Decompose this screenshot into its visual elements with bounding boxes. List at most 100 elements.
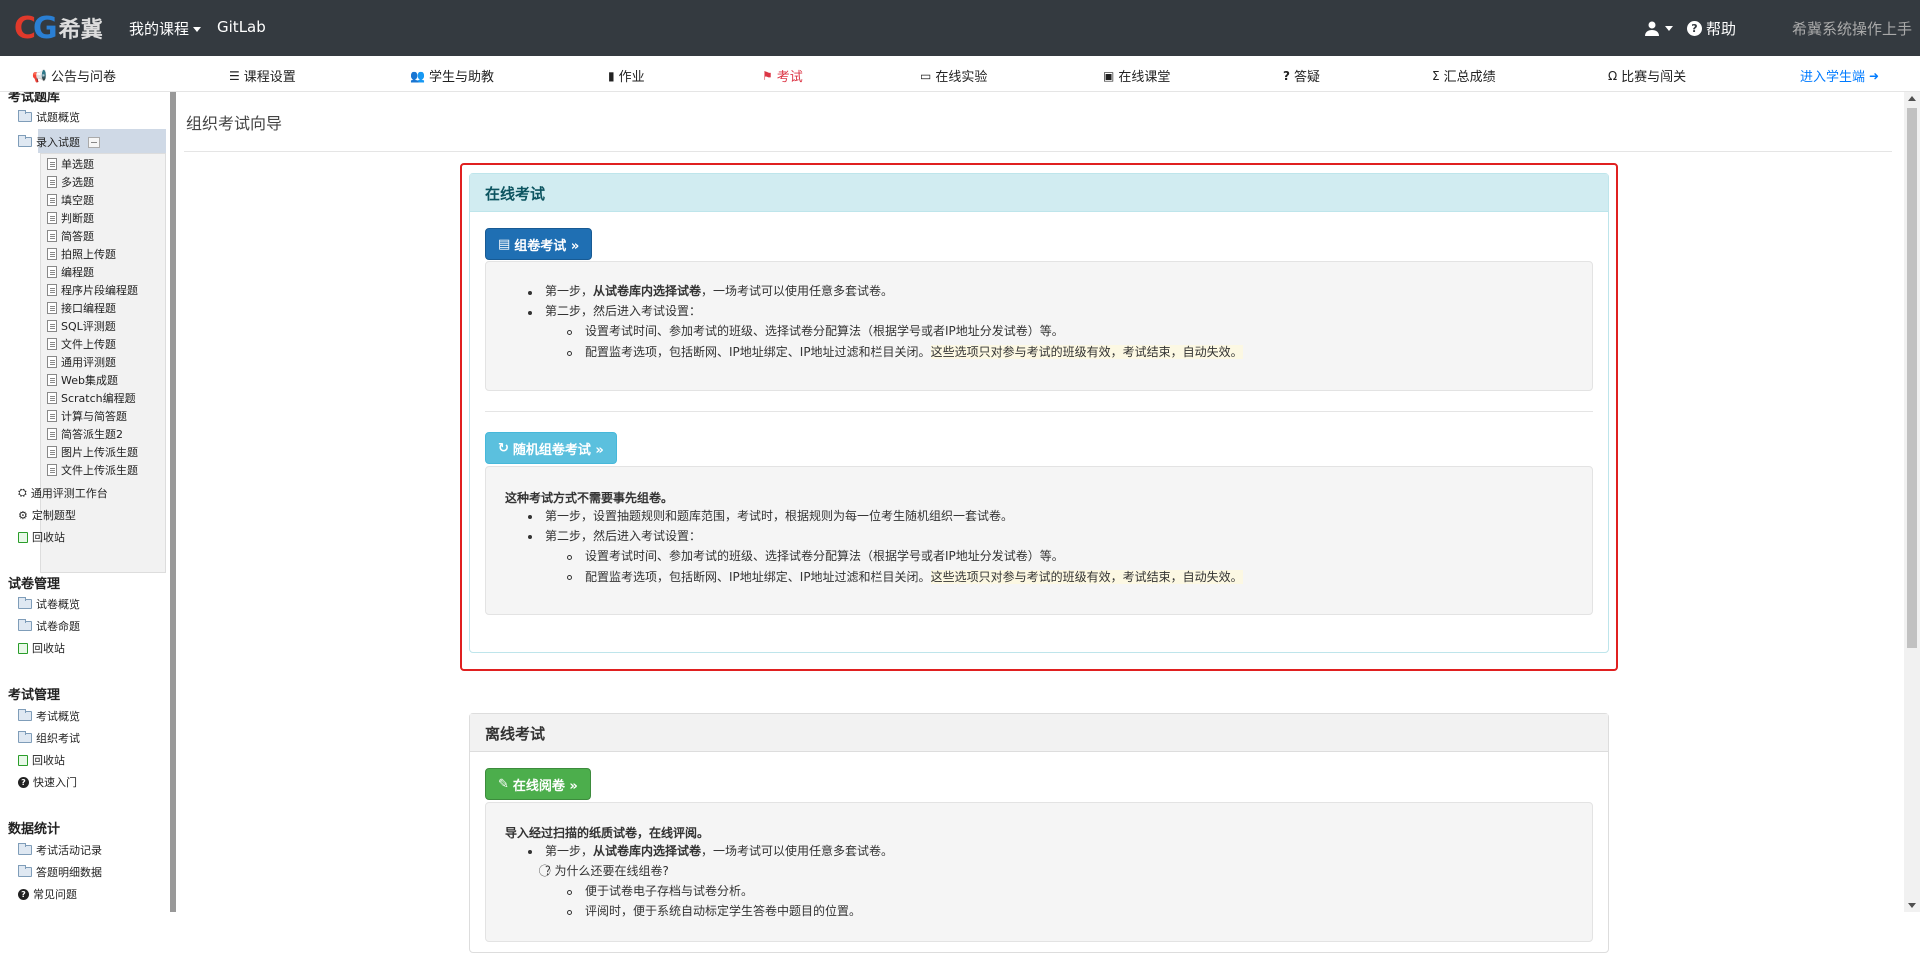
sidebar-item-recycle-exam[interactable]: 回收站 xyxy=(18,752,65,768)
system-guide-link[interactable]: 希冀系统操作上手 xyxy=(1792,18,1912,39)
document-icon xyxy=(47,374,57,386)
sidebar-item-organize-exam[interactable]: 组织考试 xyxy=(18,730,80,746)
sidebar-subitem[interactable]: 程序片段编程题 xyxy=(47,282,138,298)
course-nav: 📢 公告与问卷 ☰ 课程设置 👥 学生与助教 ▮ 作业 ⚑ 考试 ▭ 在线实验 ▣ 在线课堂 … xyxy=(0,56,1920,92)
document-icon xyxy=(47,194,57,206)
tab-course-settings[interactable]: ☰ 课程设置 xyxy=(229,66,296,86)
main-scrollbar[interactable] xyxy=(1904,92,1920,912)
divider xyxy=(184,151,1892,152)
tab-exam[interactable]: ⚑ 考试 xyxy=(762,66,803,86)
scroll-down-icon[interactable] xyxy=(1908,903,1916,908)
scroll-thumb[interactable] xyxy=(1907,108,1917,648)
sidebar-subitem[interactable]: 判断题 xyxy=(47,210,94,226)
random-exam-button[interactable]: ↻ 随机组卷考试 » xyxy=(485,432,617,464)
edit-icon: ✎ xyxy=(498,776,509,792)
sidebar-subitem[interactable]: 简答题 xyxy=(47,228,94,244)
sidebar-subitem[interactable]: 通用评测题 xyxy=(47,354,116,370)
sidebar-subitem[interactable]: 简答派生题2 xyxy=(47,426,123,442)
help-link[interactable]: ? 帮助 xyxy=(1686,18,1736,39)
chevron-down-icon xyxy=(193,27,202,32)
gitlab-link[interactable]: GitLab xyxy=(217,18,266,39)
sidebar-item-faq[interactable]: ? 常见问题 xyxy=(18,886,77,902)
subitem-label: 计算与简答题 xyxy=(61,410,127,423)
sidebar-item-recycle-bank[interactable]: 回收站 xyxy=(18,529,65,545)
tab-homework[interactable]: ▮ 作业 xyxy=(608,66,645,86)
text: ，一场考试可以使用任意多套试卷。 xyxy=(701,284,894,298)
question-circle-icon: ? xyxy=(18,888,29,900)
sidebar-item-label: 答题明细数据 xyxy=(36,866,102,879)
scroll-up-icon[interactable] xyxy=(1908,96,1916,101)
tool-icon: ⛭ xyxy=(18,486,27,499)
sidebar-subitem[interactable]: 文件上传题 xyxy=(47,336,116,352)
sidebar-item-entry[interactable]: 录入试题 xyxy=(18,134,100,150)
text-bold: 从试卷库内选择试卷 xyxy=(593,284,702,298)
sidebar-item-bank-overview[interactable]: 试题概览 xyxy=(18,109,80,125)
sidebar-item-label: 快速入门 xyxy=(33,776,77,789)
offline-intro: 导入经过扫描的纸质试卷，在线评阅。 xyxy=(505,826,710,840)
my-courses-dropdown[interactable]: 我的课程 xyxy=(129,18,202,39)
document-icon xyxy=(47,176,57,188)
tab-announcements[interactable]: 📢 公告与问卷 xyxy=(32,66,116,86)
text-bold: 从试卷库内选择试卷 xyxy=(593,844,702,858)
offline-why: ?⃝ 为什么还要在线组卷? xyxy=(545,862,669,879)
sidebar-subitem[interactable]: 编程题 xyxy=(47,264,94,280)
sidebar-item-label: 考试活动记录 xyxy=(36,844,102,857)
sidebar-subitem[interactable]: 拍照上传题 xyxy=(47,246,116,262)
sidebar-item-label: 考试概览 xyxy=(36,710,80,723)
sidebar-subitem[interactable]: 多选题 xyxy=(47,174,94,190)
online-review-button[interactable]: ✎ 在线阅卷 » xyxy=(485,768,591,800)
sidebar-item-recycle-paper[interactable]: 回收站 xyxy=(18,640,65,656)
text: 第一步， xyxy=(545,284,594,298)
enter-student-view-link[interactable]: 进入学生端 ➜ xyxy=(1800,66,1879,86)
tab-contests[interactable]: Ω 比赛与闯关 xyxy=(1608,66,1686,86)
sidebar-subitem[interactable]: 单选题 xyxy=(47,156,94,172)
sidebar-item-custom-type[interactable]: ⚙ 定制题型 xyxy=(18,507,76,523)
sidebar-item-exam-overview[interactable]: 考试概览 xyxy=(18,708,80,724)
sidebar-subitem[interactable]: 接口编程题 xyxy=(47,300,116,316)
document-icon xyxy=(47,230,57,242)
tab-label: 在线课堂 xyxy=(1118,70,1171,85)
compose-exam-button[interactable]: ▤ 组卷考试 » xyxy=(485,228,593,260)
sidebar-item-workbench[interactable]: ⛭ 通用评测工作台 xyxy=(18,485,108,501)
sidebar-item-quick-start[interactable]: ? 快速入门 xyxy=(18,774,77,790)
sidebar-subitem[interactable]: SQL评测题 xyxy=(47,318,116,334)
tab-online-lab[interactable]: ▭ 在线实验 xyxy=(920,66,987,86)
screen-icon: ▣ xyxy=(1103,68,1115,83)
tab-label: 进入学生端 xyxy=(1800,70,1866,85)
sidebar-item-label: 试题概览 xyxy=(36,111,80,124)
tab-online-class[interactable]: ▣ 在线课堂 xyxy=(1103,66,1171,86)
document-icon xyxy=(47,338,57,350)
sidebar-subitem[interactable]: 图片上传派生题 xyxy=(47,444,138,460)
document-icon xyxy=(47,356,57,368)
bullet xyxy=(567,351,572,356)
user-menu[interactable] xyxy=(1644,21,1673,36)
sidebar-subitem[interactable]: Web集成题 xyxy=(47,372,118,388)
document-icon xyxy=(47,446,57,458)
subitem-label: Scratch编程题 xyxy=(61,392,136,405)
compose-exam-description: 第一步，从试卷库内选择试卷，一场考试可以使用任意多套试卷。 第二步，然后进入考试… xyxy=(485,261,1593,391)
sidebar-subitem[interactable]: 计算与简答题 xyxy=(47,408,127,424)
sidebar: 考试题库 试题概览 录入试题 单选题 多选题 填空题 判断题 简答题 拍照上传题… xyxy=(0,92,170,929)
divider xyxy=(485,411,1593,412)
sidebar-subitem[interactable]: 填空题 xyxy=(47,192,94,208)
sidebar-subitem[interactable]: 文件上传派生题 xyxy=(47,462,138,478)
tab-students[interactable]: 👥 学生与助教 xyxy=(410,66,494,86)
logo[interactable]: CG 希冀 xyxy=(14,11,103,46)
folder-icon xyxy=(18,110,32,122)
sidebar-item-paper-assign[interactable]: 试卷命题 xyxy=(18,618,80,634)
sidebar-subitem[interactable]: Scratch编程题 xyxy=(47,390,136,406)
sidebar-item-paper-overview[interactable]: 试卷概览 xyxy=(18,596,80,612)
offline-exam-header: 离线考试 xyxy=(470,714,1608,752)
subitem-label: 图片上传派生题 xyxy=(61,446,138,459)
offline-why-b: 评阅时，便于系统自动标定学生答卷中题目的位置。 xyxy=(585,904,862,918)
sidebar-item-answer-detail[interactable]: 答题明细数据 xyxy=(18,864,102,880)
tab-qa[interactable]: ? 答疑 xyxy=(1283,66,1320,86)
bullet xyxy=(528,535,532,539)
subitem-label: SQL评测题 xyxy=(61,320,116,333)
collapse-icon[interactable] xyxy=(88,136,100,148)
tab-grades[interactable]: Σ 汇总成绩 xyxy=(1432,66,1496,86)
subitem-label: 判断题 xyxy=(61,212,94,225)
tab-label: 学生与助教 xyxy=(428,70,494,85)
sidebar-item-activity-log[interactable]: 考试活动记录 xyxy=(18,842,102,858)
online-exam-header: 在线考试 xyxy=(470,174,1608,212)
